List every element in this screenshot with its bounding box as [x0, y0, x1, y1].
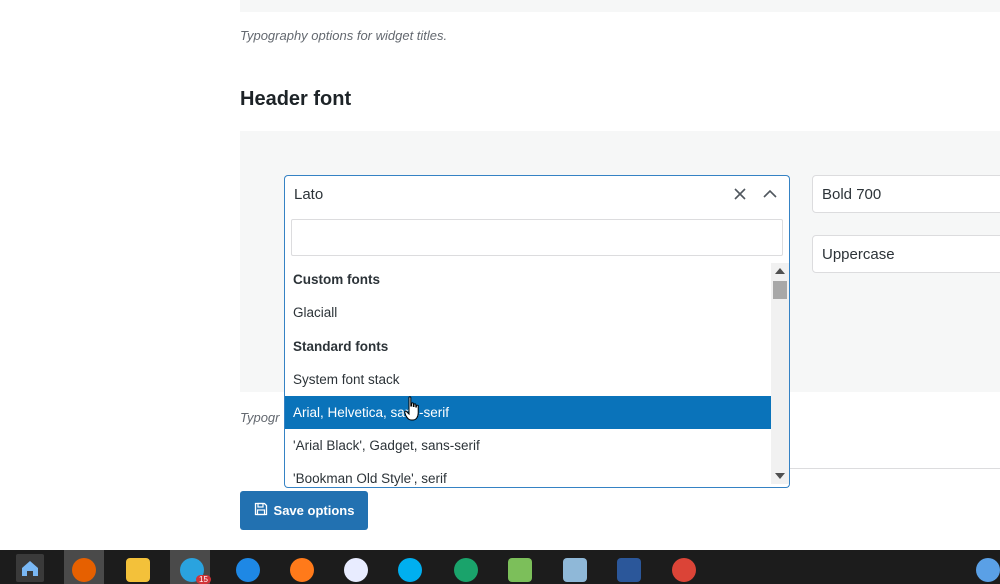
save-options-button[interactable]: Save options — [240, 491, 368, 530]
header-font-help: Typogr — [240, 410, 280, 425]
scroll-up-icon[interactable] — [775, 268, 785, 274]
option-arial-black[interactable]: 'Arial Black', Gadget, sans-serif — [285, 429, 771, 462]
home-icon[interactable] — [16, 554, 44, 582]
option-system-font-stack[interactable]: System font stack — [285, 363, 771, 396]
scroll-thumb[interactable] — [773, 281, 787, 299]
widget-titles-panel — [240, 0, 1000, 12]
option-group-standard-fonts: Standard fonts — [293, 339, 389, 354]
font-family-dropdown: Custom fonts Glaciall Standard fonts Sys… — [284, 213, 790, 488]
edge-icon[interactable] — [454, 558, 478, 582]
text-transform-value: Uppercase — [822, 246, 895, 263]
dropdown-scrollbar[interactable] — [771, 263, 789, 484]
chevron-up-icon[interactable] — [762, 186, 778, 202]
font-weight-select[interactable]: Bold 700 — [812, 175, 1000, 213]
font-options-list: Custom fonts Glaciall Standard fonts Sys… — [285, 263, 771, 487]
font-family-value: Lato — [294, 186, 324, 203]
app-icon-3[interactable] — [563, 558, 587, 582]
font-weight-value: Bold 700 — [822, 186, 882, 203]
app-icon-2[interactable] — [344, 558, 368, 582]
option-glaciall[interactable]: Glaciall — [285, 296, 771, 329]
option-bookman-old-style[interactable]: 'Bookman Old Style', serif — [285, 462, 771, 487]
brave-icon[interactable] — [290, 558, 314, 582]
notepad-icon[interactable] — [508, 558, 532, 582]
option-group-custom-fonts: Custom fonts — [293, 272, 380, 287]
widget-titles-help: Typography options for widget titles. — [240, 28, 448, 43]
chrome-icon[interactable] — [672, 558, 696, 582]
font-search-input[interactable] — [291, 219, 783, 256]
onedrive-icon[interactable] — [976, 558, 1000, 582]
header-font-heading: Header font — [240, 88, 352, 110]
firefox-icon[interactable] — [72, 558, 96, 582]
section-divider — [790, 468, 1000, 469]
option-arial[interactable]: Arial, Helvetica, sans-serif — [285, 396, 771, 429]
app-icon[interactable] — [236, 558, 260, 582]
file-explorer-icon[interactable] — [126, 558, 150, 582]
scroll-down-icon[interactable] — [775, 473, 785, 479]
taskbar — [0, 550, 1000, 584]
telegram-badge: 15 — [196, 575, 211, 584]
clear-icon[interactable] — [732, 186, 748, 202]
text-transform-select[interactable]: Uppercase — [812, 235, 1000, 273]
hand-cursor-icon — [404, 396, 422, 422]
save-icon — [254, 502, 268, 519]
word-icon[interactable] — [617, 558, 641, 582]
save-options-label: Save options — [273, 503, 355, 518]
font-family-select[interactable]: Lato — [284, 175, 790, 213]
skype-icon[interactable] — [398, 558, 422, 582]
